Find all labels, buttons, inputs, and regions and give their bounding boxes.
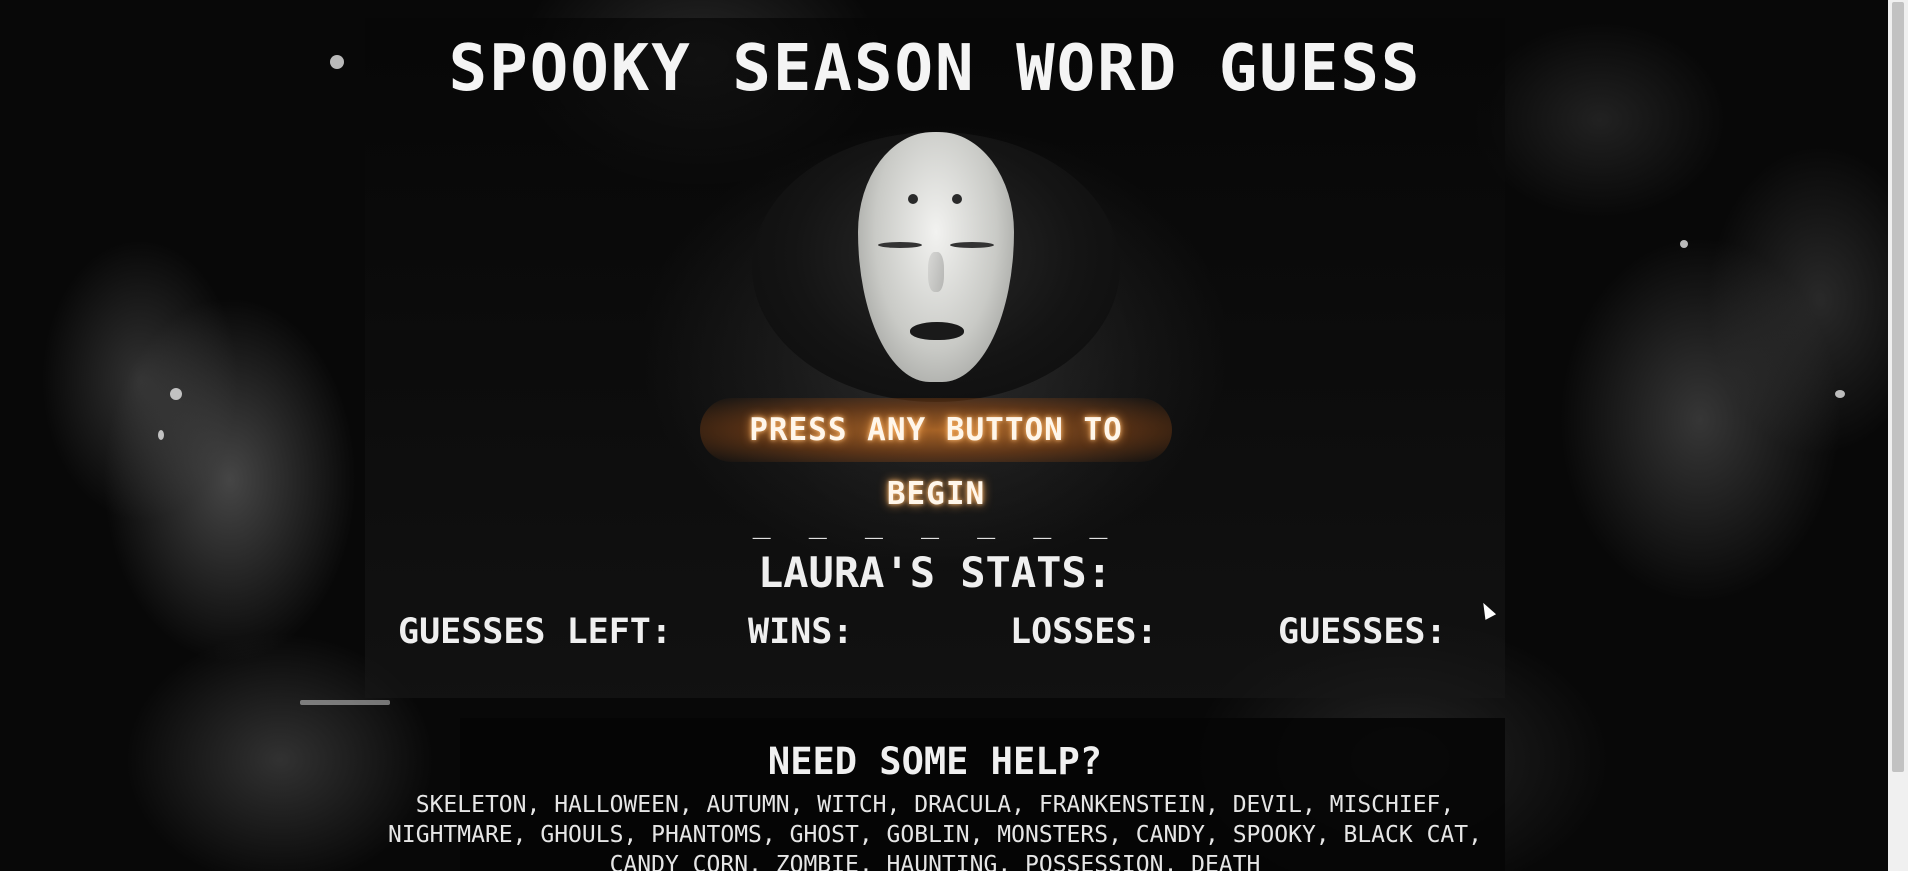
game-title: SPOOKY SEASON WORD GUESS (448, 32, 1422, 106)
wins-label: WINS: (748, 612, 854, 652)
page-scrollbar[interactable] (1888, 0, 1908, 871)
stats-heading: LAURA'S STATS: (757, 548, 1112, 597)
guesses-left-stat: GUESSES LEFT: (398, 612, 682, 652)
help-heading: NEED SOME HELP? (767, 740, 1103, 783)
losses-stat: LOSSES: (1010, 612, 1168, 652)
word-blanks: _ _ _ _ _ _ _ (752, 505, 1118, 540)
wins-stat: WINS: (748, 612, 863, 652)
help-word-list: SKELETON, HALLOWEEN, AUTUMN, WITCH, DRAC… (388, 792, 1482, 871)
mask-image (752, 132, 1120, 402)
begin-prompt-button[interactable]: PRESS ANY BUTTON TO BEGIN (700, 398, 1172, 512)
guesses-label: GUESSES: (1278, 612, 1447, 652)
mask-face (858, 132, 1014, 382)
scrollbar-thumb[interactable] (1892, 2, 1904, 772)
losses-label: LOSSES: (1010, 612, 1158, 652)
guesses-stat: GUESSES: (1278, 612, 1457, 652)
guesses-left-label: GUESSES LEFT: (398, 612, 672, 652)
